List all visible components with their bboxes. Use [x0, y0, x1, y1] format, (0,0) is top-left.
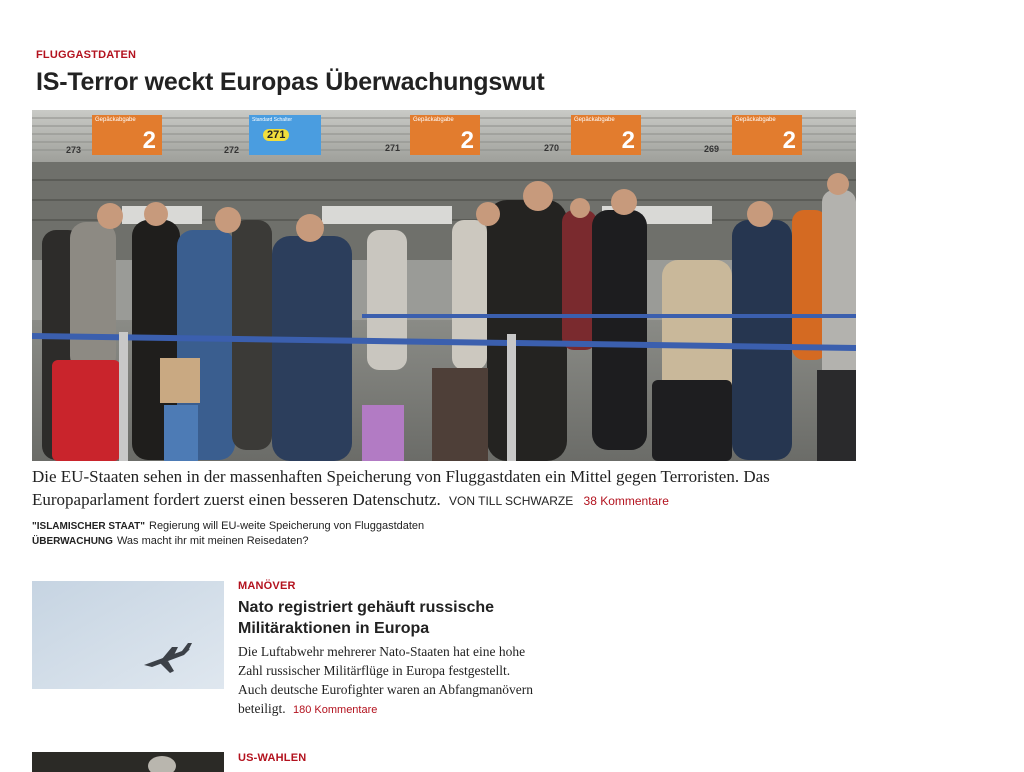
counter-number: 273 [66, 145, 82, 155]
baggage-sign: Gepäckabgabe 2 [92, 115, 162, 155]
counter-number: 271 [385, 143, 401, 153]
counter-number: 270 [544, 143, 560, 153]
related-text: Was macht ihr mit meinen Reisedaten? [116, 535, 309, 547]
baggage-sign: Gepäckabgabe 2 [732, 115, 802, 155]
lead-image-airport-checkin[interactable]: 273 272 271 270 269 Gepäckabgabe 2 Stand… [32, 110, 856, 461]
story2-kicker[interactable]: MANÖVER [238, 580, 296, 592]
lead-teaser[interactable]: Die EU-Staaten sehen in der massenhaften… [32, 465, 862, 513]
story2-comments-link[interactable]: 180 Kommentare [293, 704, 377, 716]
story2-image-fighter-jet[interactable] [32, 581, 224, 689]
baggage-sign: Gepäckabgabe 2 [410, 115, 480, 155]
story2-headline[interactable]: Nato registriert gehäuft russische Milit… [238, 597, 538, 639]
counter-number: 269 [704, 144, 720, 154]
related-link[interactable]: "Islamischer Staat" Regierung will EU-wei… [32, 520, 424, 532]
related-kicker: "Islamischer Staat" [32, 521, 145, 532]
lead-comments-link[interactable]: 38 Kommentare [584, 494, 669, 508]
counter-number: 272 [224, 145, 240, 155]
related-kicker: Überwachung [32, 536, 113, 547]
lead-headline[interactable]: IS-Terror weckt Europas Überwachungswut [36, 68, 545, 97]
lead-author: VON TILL SCHWARZE [449, 494, 574, 508]
lead-kicker[interactable]: FLUGGASTDATEN [36, 49, 136, 61]
story2-teaser[interactable]: Die Luftabwehr mehrerer Nato-Staaten hat… [238, 642, 538, 720]
related-link[interactable]: Überwachung Was macht ihr mit meinen Reis… [32, 535, 309, 547]
story3-kicker[interactable]: US-WAHLEN [238, 752, 306, 764]
related-text: Regierung will EU-weite Speicherung von … [149, 520, 425, 532]
baggage-sign: Gepäckabgabe 2 [571, 115, 641, 155]
story2-teaser-text: Die Luftabwehr mehrerer Nato-Staaten hat… [238, 644, 534, 716]
standard-counter-sign: Standard Schalter 271 [249, 115, 321, 155]
story3-image[interactable] [32, 752, 224, 772]
